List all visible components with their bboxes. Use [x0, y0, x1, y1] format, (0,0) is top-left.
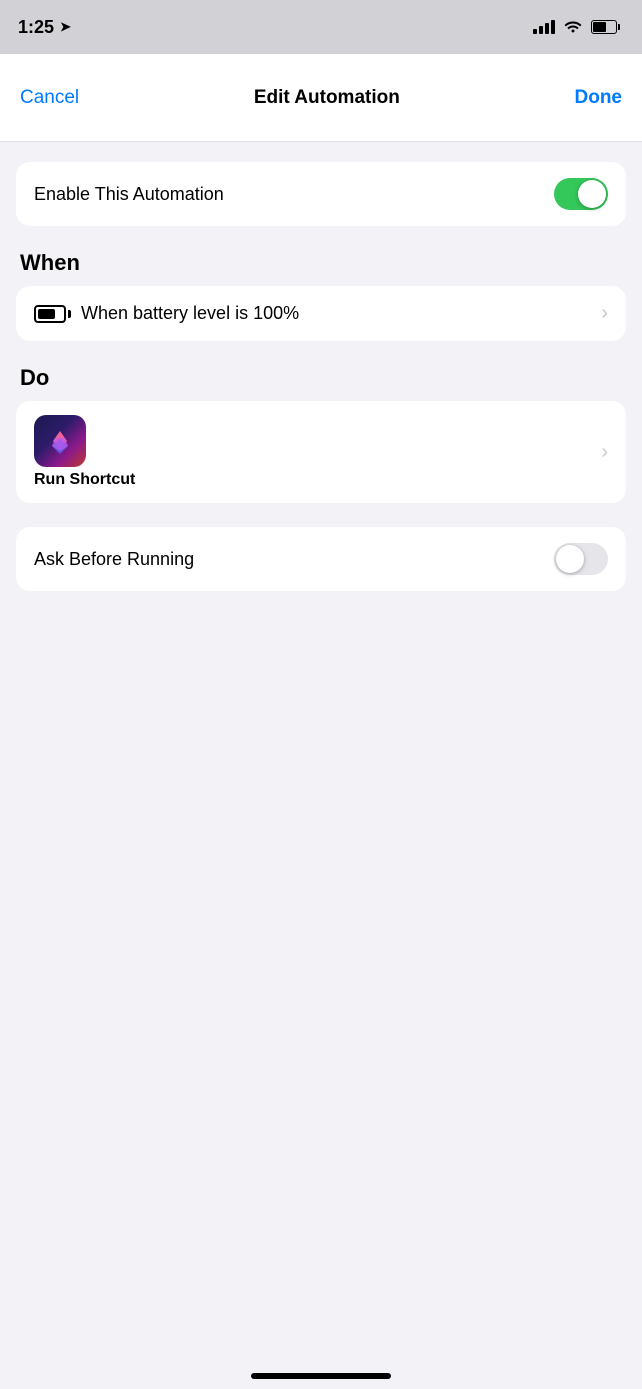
content-area: Enable This Automation When When battery… — [0, 142, 642, 635]
do-card[interactable]: Run Shortcut › — [16, 401, 626, 503]
when-card: When battery level is 100% › — [16, 286, 626, 341]
status-icons — [533, 17, 620, 38]
cancel-button[interactable]: Cancel — [20, 87, 79, 109]
location-arrow-icon: ➤ — [60, 19, 71, 35]
trigger-label: When battery level is 100% — [81, 303, 299, 324]
do-heading: Do — [16, 365, 626, 391]
home-indicator — [251, 1373, 391, 1379]
ask-before-running-card: Ask Before Running — [16, 527, 626, 591]
enable-automation-card: Enable This Automation — [16, 162, 626, 226]
enable-automation-row: Enable This Automation — [34, 162, 608, 226]
done-button[interactable]: Done — [575, 87, 623, 109]
status-time: 1:25 ➤ — [18, 17, 71, 38]
battery-trigger-icon — [34, 305, 71, 323]
trigger-left: When battery level is 100% — [34, 303, 299, 324]
shortcuts-app-icon — [34, 415, 86, 467]
battery-status-icon — [591, 20, 620, 34]
time-label: 1:25 — [18, 17, 54, 38]
run-shortcut-title: Run Shortcut — [34, 471, 135, 489]
enable-automation-label: Enable This Automation — [34, 184, 224, 205]
page-title: Edit Automation — [254, 87, 400, 109]
when-heading: When — [16, 250, 626, 276]
toggle-thumb — [578, 180, 606, 208]
trigger-row[interactable]: When battery level is 100% › — [34, 286, 608, 341]
signal-bars-icon — [533, 20, 555, 34]
enable-automation-toggle[interactable] — [554, 178, 608, 210]
ask-toggle-thumb — [556, 545, 584, 573]
wifi-icon — [563, 17, 583, 38]
nav-bar: Cancel Edit Automation Done — [0, 54, 642, 142]
ask-before-running-label: Ask Before Running — [34, 549, 194, 570]
run-shortcut-chevron-icon: › — [601, 441, 608, 464]
status-bar: 1:25 ➤ — [0, 0, 642, 54]
run-shortcut-left: Run Shortcut — [34, 415, 135, 489]
ask-before-running-row: Ask Before Running — [34, 527, 608, 591]
trigger-chevron-icon: › — [601, 302, 608, 325]
ask-before-running-toggle[interactable] — [554, 543, 608, 575]
